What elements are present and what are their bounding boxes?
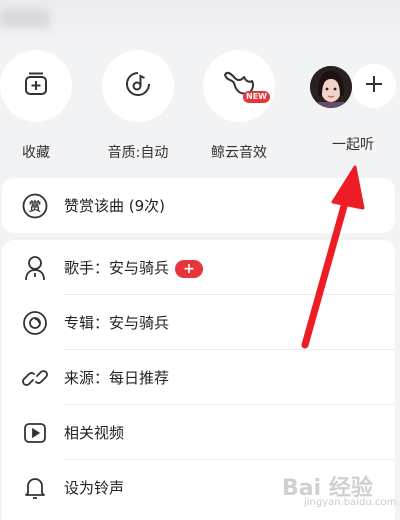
reward-icon: 赏 — [22, 193, 48, 219]
audio-quality-label: 音质:自动 — [107, 145, 169, 161]
reward-row[interactable]: 赏 赞赏该曲 (9次) — [2, 178, 395, 233]
blurred-header — [0, 0, 400, 46]
whale-effect-action[interactable]: NEW 鲸云音效 — [194, 50, 284, 162]
source-link-icon — [22, 365, 48, 391]
baidu-watermark-url: jingyan.baidu.com — [304, 497, 397, 508]
audio-quality-button[interactable] — [102, 50, 174, 122]
ringtone-label: 设为铃声 — [64, 479, 125, 497]
collect-icon — [23, 71, 49, 101]
whale-effect-label: 鲸云音效 — [211, 145, 267, 161]
collect-label: 收藏 — [22, 145, 50, 161]
album-row[interactable]: 专辑：安与骑兵 — [2, 295, 395, 350]
listen-together-label: 一起听 — [332, 137, 374, 153]
artist-label-wrap: 歌手：安与骑兵 + — [64, 257, 204, 278]
album-label: 专辑：安与骑兵 — [64, 314, 170, 332]
add-listener-button[interactable] — [352, 64, 396, 108]
action-bar: 收藏 音质:自动 NEW 鲸云音效 一起听 — [0, 50, 400, 162]
artist-icon — [22, 255, 48, 281]
audio-quality-action[interactable]: 音质:自动 — [93, 50, 183, 162]
artist-row[interactable]: 歌手：安与骑兵 + — [2, 240, 395, 295]
album-icon — [22, 310, 48, 336]
avatar[interactable] — [310, 66, 352, 108]
video-icon — [22, 420, 48, 446]
source-row[interactable]: 来源：每日推荐 — [2, 350, 395, 405]
artist-label: 歌手：安与骑兵 — [64, 259, 170, 277]
reward-icon-char: 赏 — [29, 198, 41, 213]
source-label: 来源：每日推荐 — [64, 369, 170, 387]
collect-button[interactable] — [0, 50, 72, 122]
audio-quality-icon — [124, 70, 152, 102]
reward-label: 赞赏该曲 (9次) — [64, 197, 166, 215]
listen-together-action[interactable]: 一起听 — [300, 50, 400, 153]
video-label: 相关视频 — [64, 424, 125, 442]
new-badge: NEW — [243, 91, 270, 103]
whale-effect-button[interactable]: NEW — [203, 50, 275, 122]
collect-action[interactable]: 收藏 — [0, 50, 81, 162]
plus-icon — [364, 74, 384, 98]
bell-icon — [22, 475, 48, 501]
follow-artist-badge[interactable]: + — [175, 259, 204, 278]
blurred-title — [0, 8, 50, 28]
video-row[interactable]: 相关视频 — [2, 405, 395, 460]
reward-card: 赏 赞赏该曲 (9次) — [2, 178, 395, 233]
